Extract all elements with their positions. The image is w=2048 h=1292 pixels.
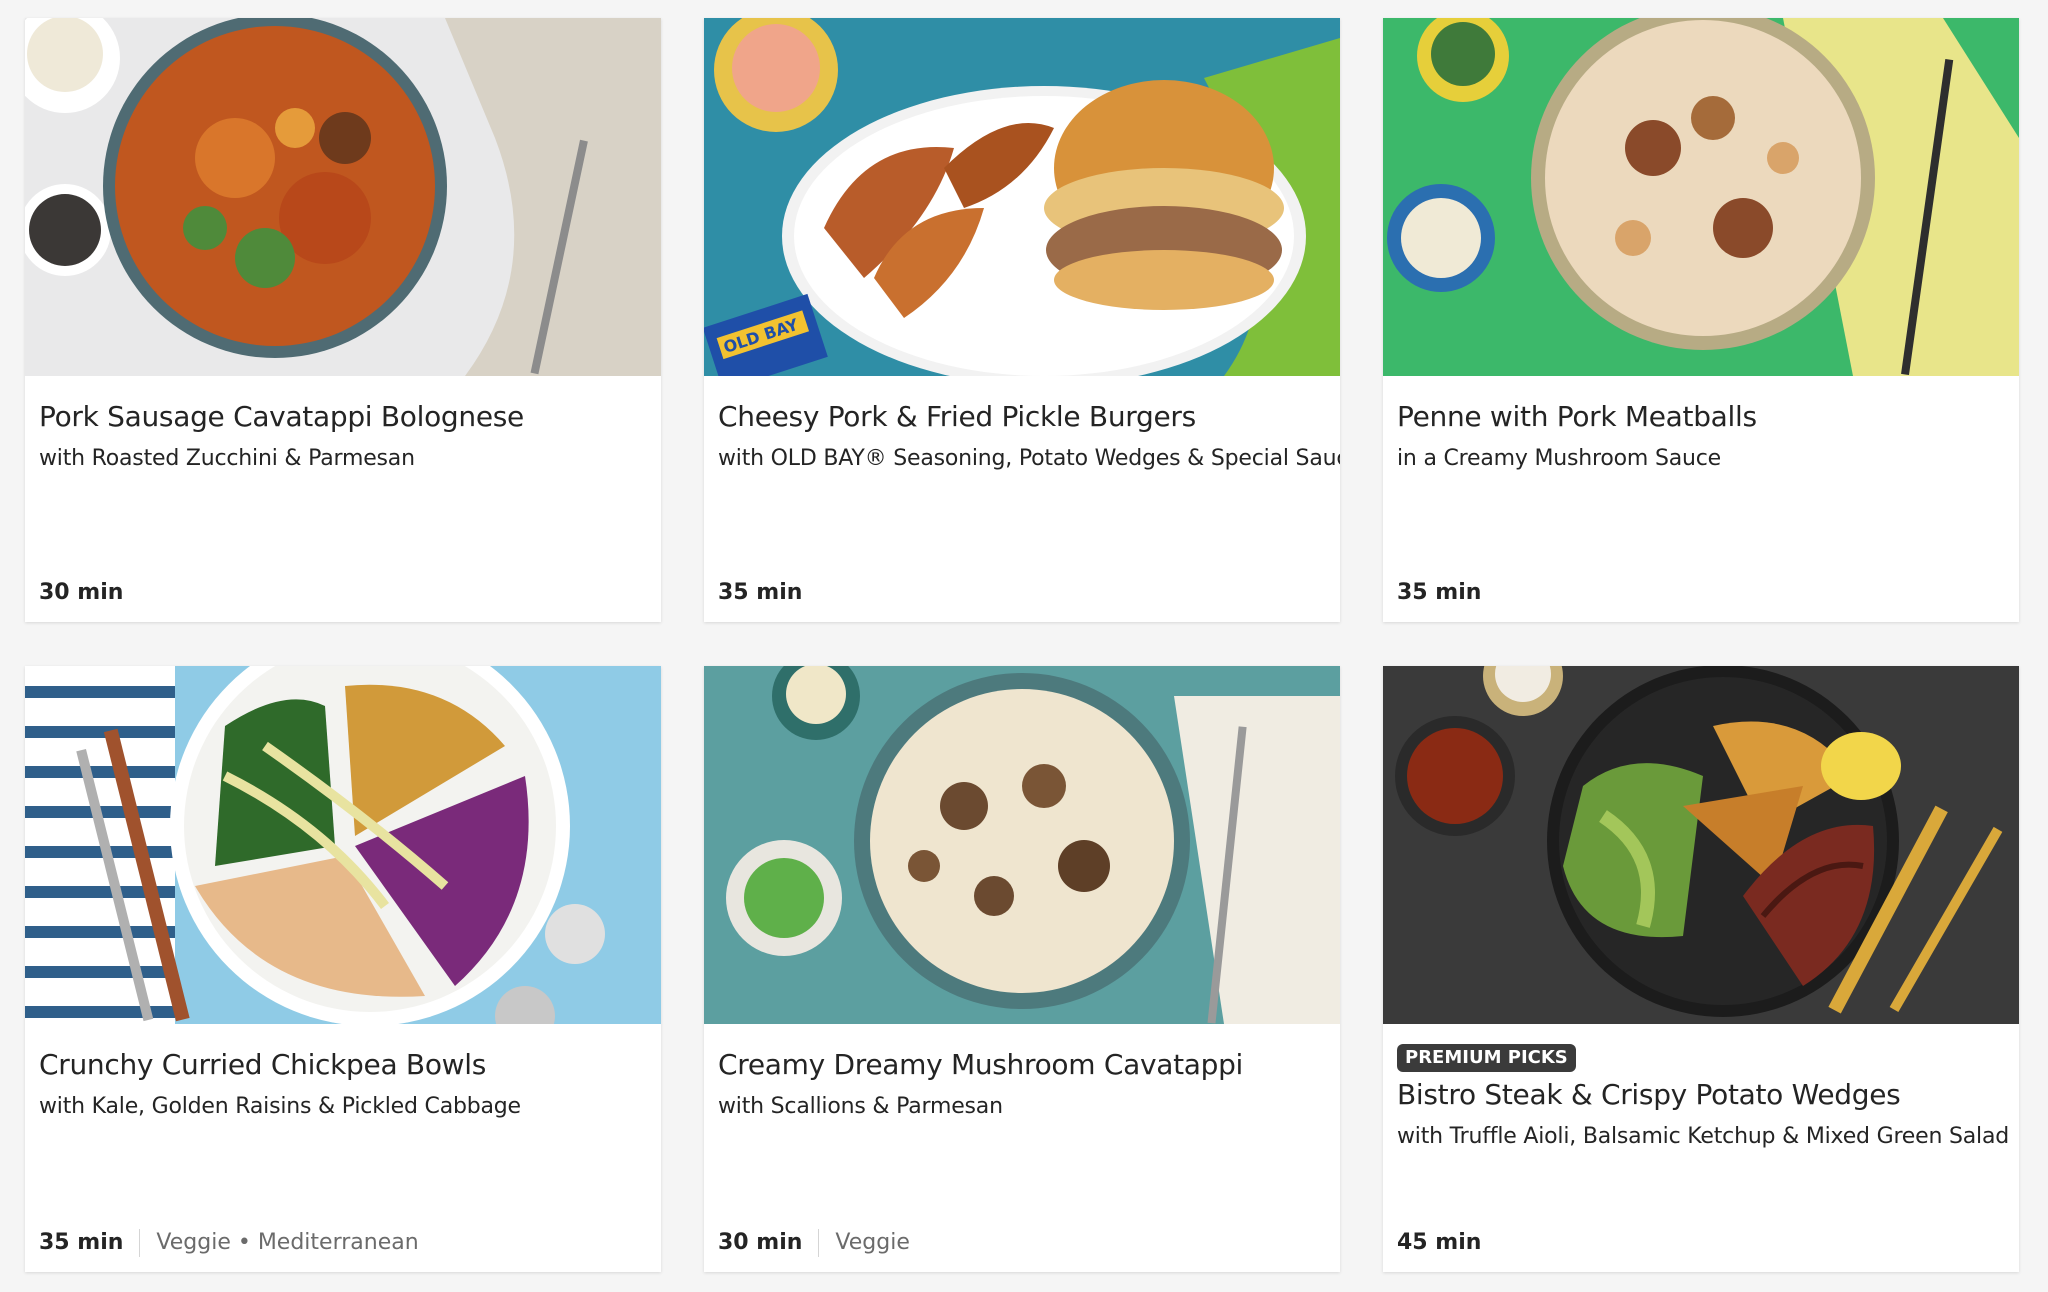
cook-time: 30 min xyxy=(718,1230,803,1255)
recipe-card-body: Penne with Pork Meatballs in a Creamy Mu… xyxy=(1383,376,2019,622)
recipe-tags: Veggie • Mediterranean xyxy=(156,1230,419,1255)
recipe-card-body: Cheesy Pork & Fried Pickle Burgers with … xyxy=(704,376,1340,622)
recipe-title[interactable]: Pork Sausage Cavatappi Bolognese xyxy=(39,398,647,436)
recipe-meta: 30 min xyxy=(39,578,123,608)
recipe-title[interactable]: Cheesy Pork & Fried Pickle Burgers xyxy=(718,398,1326,436)
premium-picks-badge: PREMIUM PICKS xyxy=(1397,1044,1576,1072)
recipe-photo[interactable] xyxy=(704,666,1340,1024)
recipe-card-bistro-steak[interactable]: PREMIUM PICKS Bistro Steak & Crispy Pota… xyxy=(1383,666,2019,1272)
recipe-card-chickpea-bowls[interactable]: Crunchy Curried Chickpea Bowls with Kale… xyxy=(25,666,661,1272)
recipe-meta: 35 min xyxy=(1397,578,1481,608)
recipe-photo[interactable] xyxy=(25,18,661,376)
recipe-photo-image: OLD BAY xyxy=(704,18,1340,376)
recipe-subtitle: with Scallions & Parmesan xyxy=(718,1094,1003,1119)
recipe-title[interactable]: Bistro Steak & Crispy Potato Wedges xyxy=(1397,1076,2005,1114)
recipe-meta: 35 min xyxy=(718,578,802,608)
recipe-card-pork-sausage-cavatappi[interactable]: Pork Sausage Cavatappi Bolognese with Ro… xyxy=(25,18,661,622)
cook-time: 30 min xyxy=(39,580,124,605)
recipe-subtitle: with Roasted Zucchini & Parmesan xyxy=(39,446,415,471)
meta-separator xyxy=(139,1229,141,1257)
recipe-title[interactable]: Creamy Dreamy Mushroom Cavatappi xyxy=(718,1046,1326,1084)
cook-time: 35 min xyxy=(39,1230,124,1255)
recipe-photo-image xyxy=(1383,666,2019,1024)
recipe-card-body: Crunchy Curried Chickpea Bowls with Kale… xyxy=(25,1024,661,1272)
recipe-photo[interactable] xyxy=(1383,666,2019,1024)
recipe-card-pickle-burgers[interactable]: OLD BAY Cheesy Pork & Fried Pickle Burge… xyxy=(704,18,1340,622)
recipe-photo[interactable] xyxy=(25,666,661,1024)
recipe-card-penne-meatballs[interactable]: Penne with Pork Meatballs in a Creamy Mu… xyxy=(1383,18,2019,622)
recipe-photo-image xyxy=(25,18,661,376)
recipe-photo[interactable] xyxy=(1383,18,2019,376)
recipe-photo-image xyxy=(704,666,1340,1024)
recipe-grid: Pork Sausage Cavatappi Bolognese with Ro… xyxy=(25,18,2019,1272)
recipe-card-body: Pork Sausage Cavatappi Bolognese with Ro… xyxy=(25,376,661,622)
recipe-card-body: Creamy Dreamy Mushroom Cavatappi with Sc… xyxy=(704,1024,1340,1272)
recipe-subtitle: with OLD BAY® Seasoning, Potato Wedges &… xyxy=(718,446,1340,471)
recipe-subtitle: in a Creamy Mushroom Sauce xyxy=(1397,446,1721,471)
recipe-meta: 45 min xyxy=(1397,1228,1481,1258)
recipe-title[interactable]: Crunchy Curried Chickpea Bowls xyxy=(39,1046,647,1084)
recipe-card-body: PREMIUM PICKS Bistro Steak & Crispy Pota… xyxy=(1383,1024,2019,1272)
cook-time: 35 min xyxy=(1397,580,1482,605)
recipe-tags: Veggie xyxy=(835,1230,910,1255)
recipe-meta: 30 min Veggie xyxy=(718,1228,910,1258)
recipe-photo-image xyxy=(25,666,661,1024)
meta-separator xyxy=(818,1229,820,1257)
cook-time: 45 min xyxy=(1397,1230,1482,1255)
recipe-subtitle: with Truffle Aioli, Balsamic Ketchup & M… xyxy=(1397,1124,2010,1149)
recipe-photo[interactable]: OLD BAY xyxy=(704,18,1340,376)
recipe-subtitle: with Kale, Golden Raisins & Pickled Cabb… xyxy=(39,1094,521,1119)
recipe-photo-image xyxy=(1383,18,2019,376)
recipe-title[interactable]: Penne with Pork Meatballs xyxy=(1397,398,2005,436)
recipe-meta: 35 min Veggie • Mediterranean xyxy=(39,1228,419,1258)
cook-time: 35 min xyxy=(718,580,803,605)
recipe-card-mushroom-cavatappi[interactable]: Creamy Dreamy Mushroom Cavatappi with Sc… xyxy=(704,666,1340,1272)
